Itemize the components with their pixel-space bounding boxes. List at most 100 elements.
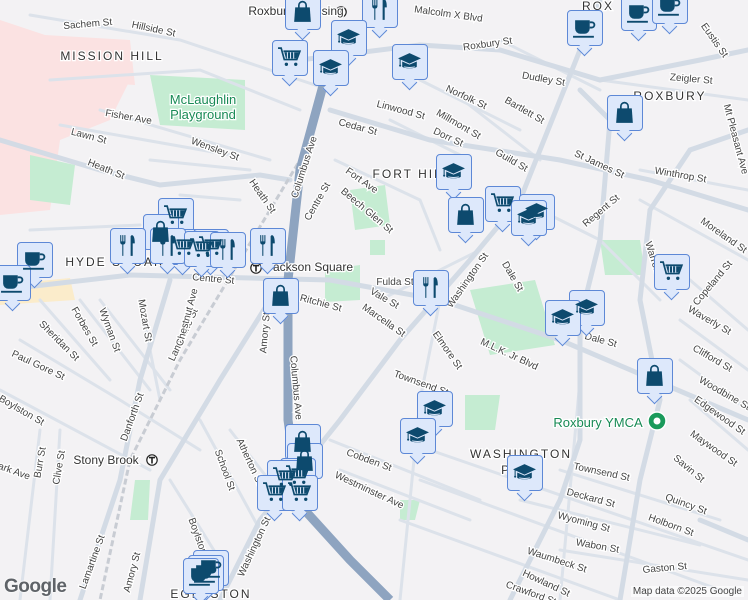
- shop-marker[interactable]: [607, 95, 643, 131]
- transit-station-icon[interactable]: [146, 454, 158, 466]
- coffee-icon: [572, 15, 597, 40]
- poi-label[interactable]: Roxbury YMCA: [552, 414, 644, 432]
- school-icon: [550, 305, 575, 330]
- map-attribution[interactable]: Map data ©2025 Google: [630, 586, 744, 597]
- cart-icon: [189, 236, 214, 261]
- restaurant-icon: [367, 0, 392, 22]
- poi-label[interactable]: Playground: [169, 106, 237, 124]
- restaurant-icon: [418, 275, 443, 300]
- cart-icon: [262, 480, 287, 505]
- cart-icon: [277, 45, 302, 70]
- shop-icon: [290, 0, 315, 24]
- street-label: Danforth St: [119, 391, 147, 443]
- neighborhood-label: ROXBURY: [633, 89, 706, 103]
- street-label: Clifford St: [691, 343, 735, 374]
- restaurant-icon: [115, 233, 140, 258]
- restaurant-icon: [215, 237, 240, 262]
- transit-station-icon[interactable]: [250, 262, 262, 274]
- street-label: Washington St: [236, 515, 273, 578]
- street-label: Dudley St: [521, 70, 566, 88]
- street-label: Malcolm X Blvd: [413, 4, 483, 24]
- shop-marker[interactable]: [263, 278, 299, 314]
- street-label: Burr St: [32, 446, 48, 479]
- shop-icon: [612, 100, 637, 125]
- restaurant-marker[interactable]: [250, 228, 286, 264]
- restaurant-marker[interactable]: [362, 0, 398, 28]
- street-label: Lamartine St: [78, 533, 108, 590]
- neighborhood-label: MISSION HILL: [60, 49, 163, 63]
- grocery-marker[interactable]: [272, 40, 308, 76]
- school-icon: [318, 55, 343, 80]
- restaurant-marker[interactable]: [110, 228, 146, 264]
- school-icon: [441, 159, 466, 184]
- school-icon: [512, 460, 537, 485]
- street-label: Wyoming St: [556, 510, 611, 535]
- map-base-layer: Sachem StHillside StRoxbury CrossingMalc…: [0, 0, 748, 600]
- coffee-icon: [657, 0, 682, 18]
- school-marker[interactable]: [400, 418, 436, 454]
- street-label: Wyman St: [96, 307, 122, 354]
- restaurant-icon: [155, 233, 180, 258]
- street-label: Mozart St: [135, 299, 153, 343]
- street-label: Elmore St: [430, 329, 464, 371]
- shop-icon: [453, 202, 478, 227]
- cafe-marker[interactable]: [567, 10, 603, 46]
- street-label: Townsend St: [572, 461, 631, 484]
- shop-marker[interactable]: [285, 0, 321, 30]
- shop-marker[interactable]: [637, 358, 673, 394]
- shop-icon: [268, 283, 293, 308]
- cart-icon: [287, 480, 312, 505]
- poi-label[interactable]: McLaughlin: [169, 91, 238, 109]
- park-stonybrook: [130, 480, 150, 520]
- coffee-icon: [626, 0, 651, 25]
- street-label: Zeigler St: [669, 72, 713, 87]
- street-label: Marcella St: [360, 302, 407, 340]
- street-label: Paul Gore St: [10, 349, 67, 383]
- street-label: Forbes St: [69, 305, 100, 348]
- school-marker[interactable]: [436, 154, 472, 190]
- school-icon: [422, 396, 447, 421]
- school-icon: [336, 25, 361, 50]
- street-label: Cobden St: [345, 447, 393, 474]
- park-square: [370, 240, 385, 255]
- street-label: Norfolk St: [444, 83, 489, 112]
- street-label: Eustis St: [698, 21, 730, 60]
- grocery-marker[interactable]: [654, 254, 690, 290]
- transit-station-label[interactable]: Stony Brook: [72, 452, 141, 469]
- school-marker[interactable]: [313, 50, 349, 86]
- shop-icon: [642, 363, 667, 388]
- street-label: Savin St: [671, 453, 707, 486]
- street-label: School St: [212, 448, 237, 492]
- school-icon: [397, 49, 422, 74]
- restaurant-marker[interactable]: [210, 232, 246, 268]
- grocery-marker[interactable]: [282, 475, 318, 511]
- school-icon: [405, 423, 430, 448]
- park-washington: [465, 395, 500, 430]
- columbus-ave-highway: [283, 58, 394, 600]
- street-label: Fulda St: [376, 277, 413, 288]
- map-canvas[interactable]: Sachem StHillside StRoxbury CrossingMalc…: [0, 0, 748, 600]
- restaurant-marker[interactable]: [413, 270, 449, 306]
- street-label: Clive St: [51, 449, 68, 485]
- restaurant-icon: [255, 233, 280, 258]
- coffee-icon: [22, 247, 47, 272]
- cart-icon: [659, 259, 684, 284]
- street-label: Centre St: [303, 181, 334, 223]
- street-label: Linwood St: [375, 99, 426, 122]
- street-label: Bartlett St: [502, 95, 546, 127]
- google-logo: Google: [4, 576, 67, 597]
- street-label: Park Ave: [0, 459, 32, 483]
- coffee-icon: [188, 563, 213, 588]
- school-marker[interactable]: [392, 44, 428, 80]
- street-label: Fisher Ave: [104, 108, 153, 127]
- school-marker[interactable]: [507, 455, 543, 491]
- cafe-marker[interactable]: [652, 0, 688, 24]
- coffee-icon: [0, 270, 25, 295]
- cart-icon: [490, 191, 515, 216]
- school-icon: [516, 205, 541, 230]
- street-label: Heath St: [86, 157, 126, 182]
- poi-pin-icon[interactable]: [647, 411, 667, 431]
- shop-marker[interactable]: [448, 197, 484, 233]
- street-label: Heath St: [246, 177, 277, 215]
- street-label: Waumbeck St: [526, 546, 588, 576]
